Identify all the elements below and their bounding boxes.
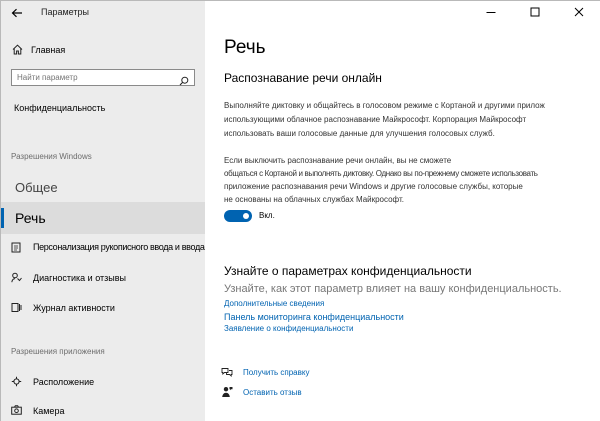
description-line: использовать ваши голосовые данные для у… (224, 129, 495, 138)
learn-more-link[interactable]: Дополнительные сведения (224, 299, 324, 308)
maximize-button[interactable] (513, 1, 557, 23)
sidebar-item-label: Журнал активности (33, 303, 115, 313)
sidebar: Параметры Главная Конфиденциальность Раз… (1, 1, 259, 421)
section-title: Распознавание речи онлайн (224, 71, 382, 85)
app-title: Параметры (41, 7, 89, 17)
toggle-label: Вкл. (259, 211, 275, 220)
selection-indicator (1, 208, 4, 228)
section-header-app-permissions: Разрешения приложения (11, 347, 105, 356)
sidebar-item-label: Расположение (33, 377, 95, 387)
description-line: не основаны на облачных службах Майкросо… (224, 195, 404, 204)
description-line: Выполняйте диктовку и общайтесь в голосо… (224, 101, 545, 110)
search-box[interactable] (11, 69, 195, 86)
get-help-icon (221, 366, 233, 378)
privacy-dashboard-link[interactable]: Панель мониторинга конфиденциальности (224, 312, 404, 322)
activity-history-icon (10, 301, 22, 313)
description-line: Если выключить распознавание речи онлайн… (224, 156, 452, 165)
location-icon (10, 375, 22, 387)
feedback-icon (221, 386, 233, 398)
home-icon (11, 43, 23, 55)
privacy-heading: Узнайте о параметрах конфиденциальности (224, 264, 472, 278)
main-content: Речь Распознавание речи онлайн Выполняйт… (205, 1, 600, 421)
privacy-statement-link[interactable]: Заявление о конфиденциальности (224, 324, 353, 333)
description-line: общаться с Кортаной и выполнять диктовку… (224, 169, 538, 178)
category-label: Конфиденциальность (14, 103, 106, 113)
page-title: Речь (224, 37, 266, 58)
sidebar-item-label: Диагностика и отзывы (33, 273, 126, 283)
section-header-windows-permissions: Разрешения Windows (11, 152, 92, 161)
sidebar-item-label: Речь (15, 210, 46, 226)
sidebar-item-label: Камера (33, 406, 65, 416)
get-help-link[interactable]: Получить справку (243, 368, 309, 377)
toggle-knob (243, 213, 249, 219)
description-line: приложение распознавания речи Windows и … (224, 182, 523, 191)
close-button[interactable] (557, 1, 600, 23)
sidebar-item-label: Главная (31, 45, 66, 55)
diagnostics-icon (10, 271, 22, 283)
back-arrow-icon[interactable] (7, 3, 27, 23)
search-icon[interactable] (179, 73, 189, 86)
handwriting-icon (10, 241, 22, 253)
description-line: использующими облачное распознавание Май… (224, 115, 527, 124)
search-input[interactable] (17, 72, 167, 83)
feedback-link[interactable]: Оставить отзыв (243, 388, 302, 397)
camera-icon (10, 404, 22, 416)
minimize-button[interactable] (469, 1, 513, 23)
online-speech-toggle[interactable] (224, 210, 252, 222)
settings-window: Параметры Главная Конфиденциальность Раз… (0, 0, 600, 421)
sidebar-item-label: Общее (15, 180, 58, 195)
window-controls (469, 1, 600, 23)
privacy-subheading: Узнайте, как этот параметр влияет на ваш… (224, 283, 562, 295)
